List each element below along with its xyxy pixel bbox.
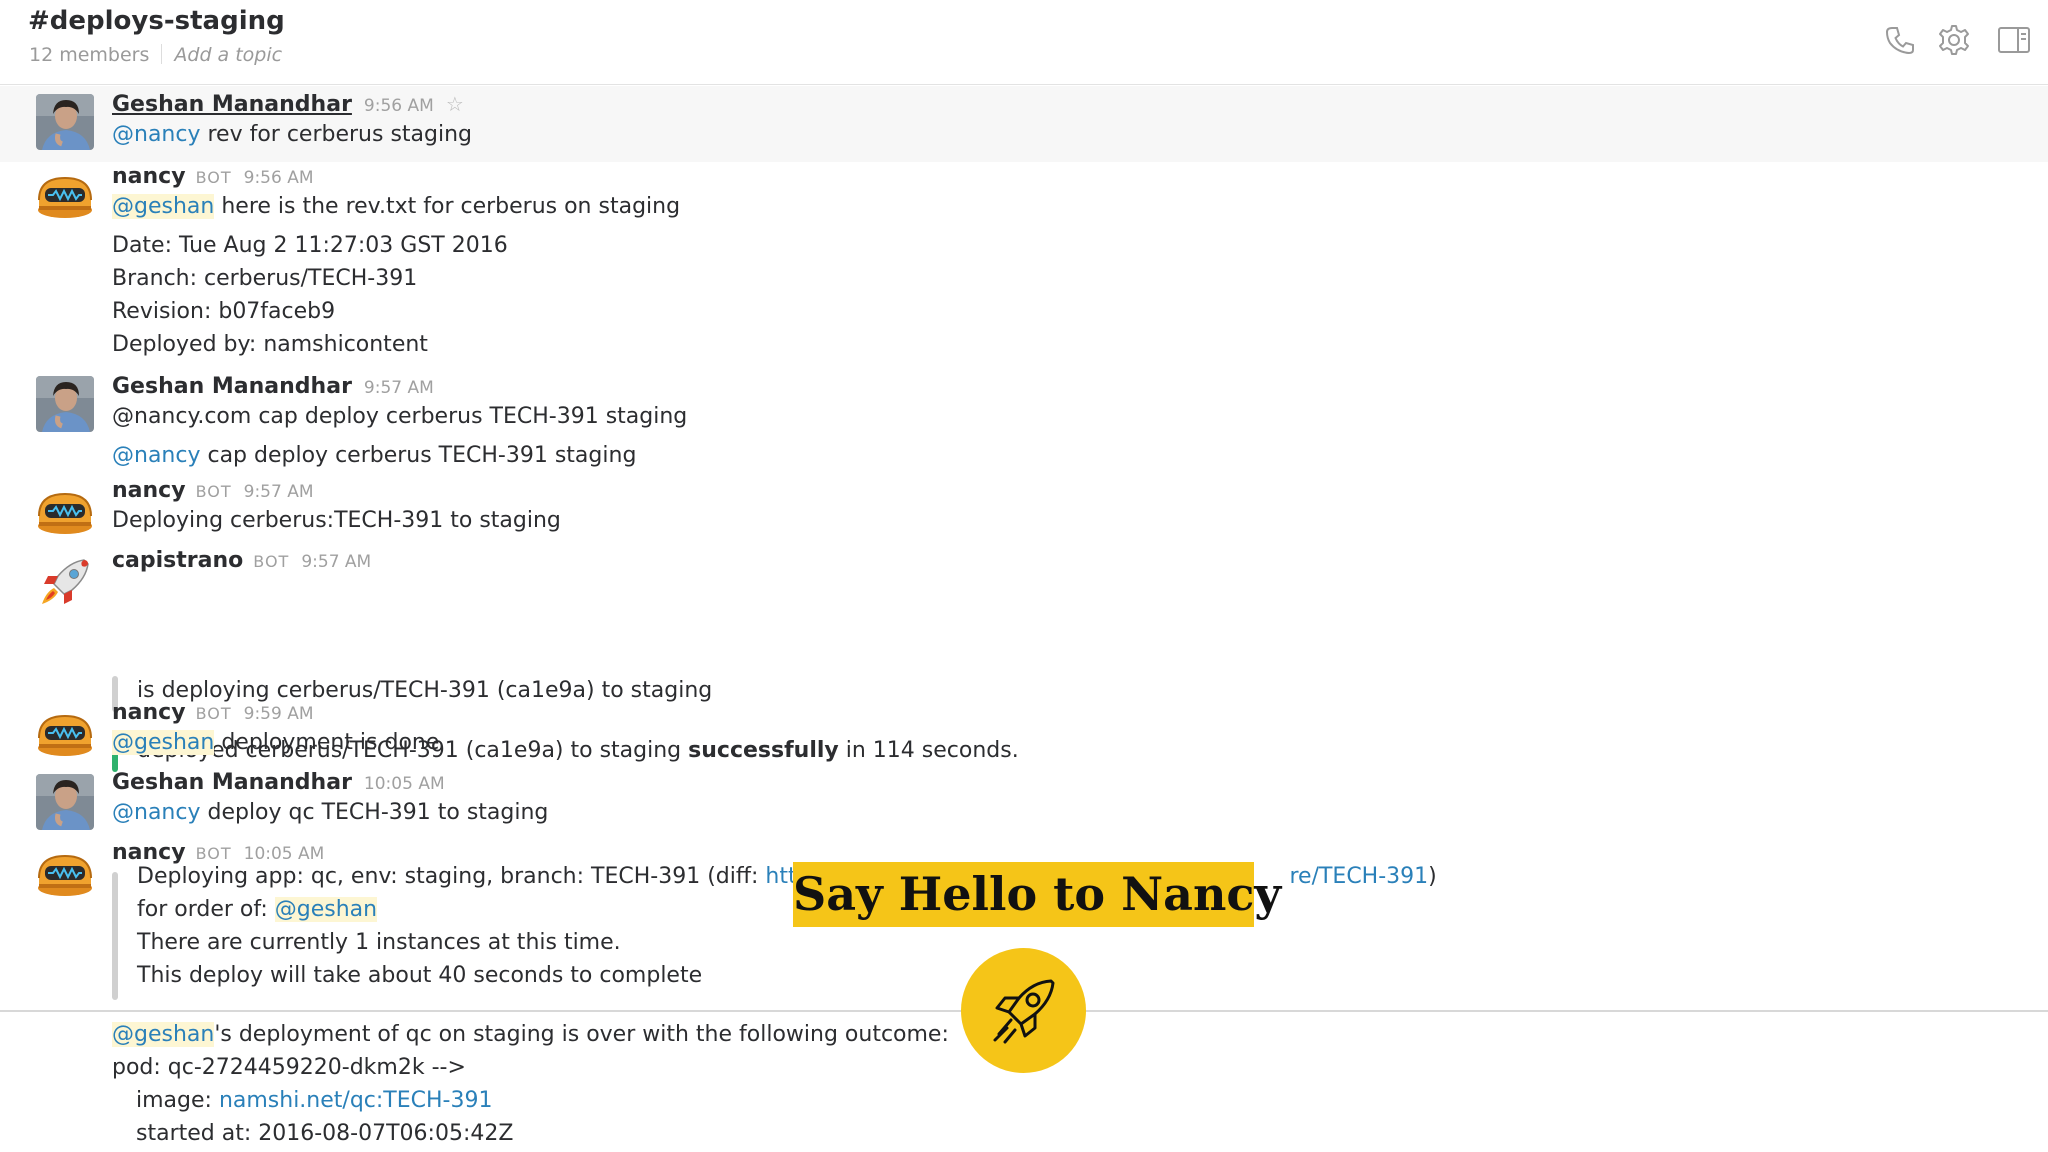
timestamp[interactable]: 9:56 AM <box>364 96 434 116</box>
member-count[interactable]: 12 members <box>29 44 149 66</box>
message: nancy BOT 9:57 AM Deploying cerberus:TECH-… <box>0 478 2048 542</box>
message: Geshan Manandhar 10:05 AM @nancy deploy q… <box>0 770 2048 834</box>
mention[interactable]: @nancy <box>112 800 200 825</box>
message-body: cap deploy cerberus TECH-391 staging <box>200 443 637 468</box>
mention[interactable]: @nancy <box>112 443 200 468</box>
image-line: image: namshi.net/qc:TECH-391 <box>136 1088 492 1113</box>
sender-name[interactable]: nancy <box>112 840 186 865</box>
add-topic-link[interactable]: Add a topic <box>174 44 282 66</box>
star-icon[interactable]: ☆ <box>446 92 464 116</box>
avatar[interactable] <box>36 94 94 150</box>
mention[interactable]: @geshan <box>112 1022 215 1047</box>
sender-name[interactable]: Geshan Manandhar <box>112 374 352 399</box>
message-body: here is the rev.txt for cerberus on stag… <box>214 194 681 219</box>
message-text: @nancy deploy qc TECH-391 to staging <box>112 800 548 825</box>
message-line: Deployed by: namshicontent <box>112 332 428 357</box>
image-label: image: <box>136 1088 219 1113</box>
title-banner-text: Say Hello to Nancy <box>793 867 1282 921</box>
avatar[interactable] <box>36 482 94 538</box>
mention[interactable]: @nancy <box>112 122 200 147</box>
divider <box>161 44 163 64</box>
timestamp[interactable]: 9:59 AM <box>244 704 314 724</box>
bot-badge: BOT <box>253 552 290 571</box>
bot-badge: BOT <box>195 844 232 863</box>
avatar[interactable] <box>36 376 94 432</box>
message-text: @geshan deployment is done <box>112 730 439 755</box>
message-header: nancy BOT 9:56 AM <box>112 164 314 189</box>
message-body: 's deployment of qc on staging is over w… <box>214 1022 949 1047</box>
message-body: rev for cerberus staging <box>200 122 473 147</box>
message: Geshan Manandhar 9:57 AM @nancy.com cap d… <box>0 370 2048 470</box>
message-header: Geshan Manandhar 9:57 AM <box>112 374 434 399</box>
message-line: Revision: b07faceb9 <box>112 299 336 324</box>
message-header: nancy BOT 10:05 AM <box>112 840 324 865</box>
message-body: deployment is done <box>214 730 440 755</box>
message-line: Branch: cerberus/TECH-391 <box>112 266 418 291</box>
message-header: nancy BOT 9:57 AM <box>112 478 314 503</box>
mention[interactable]: @geshan <box>274 897 378 922</box>
bot-badge: BOT <box>195 704 232 723</box>
sender-name[interactable]: capistrano <box>112 548 243 573</box>
channel-header: #deploys-staging 12 members Add a topic <box>0 0 2048 85</box>
timestamp[interactable]: 9:57 AM <box>301 552 371 572</box>
message-text: @nancy cap deploy cerberus TECH-391 stag… <box>112 443 636 468</box>
timestamp[interactable]: 9:57 AM <box>244 482 314 502</box>
channel-meta: 12 members Add a topic <box>29 44 282 66</box>
timestamp[interactable]: 9:56 AM <box>244 168 314 188</box>
attachment-text: This deploy will take about 40 seconds t… <box>137 963 703 988</box>
phone-icon[interactable] <box>1882 22 1918 58</box>
message-text: @geshan's deployment of qc on staging is… <box>112 1022 949 1047</box>
message-header: Geshan Manandhar 10:05 AM <box>112 770 445 795</box>
rocket-avatar[interactable] <box>36 554 94 610</box>
mention[interactable]: @geshan <box>112 194 215 219</box>
message-text: @geshan here is the rev.txt for cerberus… <box>112 194 680 219</box>
message: nancy BOT 9:59 AM @geshan deployment is do… <box>0 700 2048 764</box>
attachment-text-part: for order of: <box>137 897 275 922</box>
attachment-text: for order of: @geshan <box>137 897 378 922</box>
timestamp[interactable]: 10:05 AM <box>364 774 445 794</box>
rocket-badge <box>961 948 1086 1073</box>
pod-line: pod: qc-2724459220-dkm2k --> <box>112 1055 466 1080</box>
timestamp[interactable]: 10:05 AM <box>244 844 325 864</box>
avatar[interactable] <box>36 844 94 900</box>
message-header: nancy BOT 9:59 AM <box>112 700 314 725</box>
avatar[interactable] <box>36 774 94 830</box>
message-line: Date: Tue Aug 2 11:27:03 GST 2016 <box>112 233 508 258</box>
diff-link[interactable]: re/TECH-391 <box>1289 864 1428 889</box>
message: Geshan Manandhar 9:56 AM ☆ @nancy rev for … <box>0 86 2048 162</box>
attachment-text: There are currently 1 instances at this … <box>137 930 621 955</box>
attachment-bar <box>112 872 118 1000</box>
started-line: started at: 2016-08-07T06:05:42Z <box>136 1121 514 1146</box>
message-text: Deploying cerberus:TECH-391 to staging <box>112 508 561 533</box>
rocket-icon <box>993 979 1055 1044</box>
mention[interactable]: @geshan <box>112 730 215 755</box>
sender-name[interactable]: Geshan Manandhar <box>112 92 352 117</box>
image-link[interactable]: namshi.net/qc:TECH-391 <box>219 1088 493 1113</box>
message-text: @nancy.com cap deploy cerberus TECH-391 … <box>112 404 688 429</box>
attachment-text-part: ) <box>1428 864 1437 889</box>
sidebar-toggle-icon[interactable] <box>1996 22 2032 58</box>
avatar[interactable] <box>36 166 94 222</box>
message-body: deploy qc TECH-391 to staging <box>200 800 549 825</box>
avatar[interactable] <box>36 704 94 760</box>
message-header: capistrano BOT 9:57 AM <box>112 548 371 573</box>
sender-name[interactable]: nancy <box>112 700 186 725</box>
message-text: @nancy rev for cerberus staging <box>112 122 472 147</box>
channel-title[interactable]: #deploys-staging <box>28 6 285 36</box>
message-header: Geshan Manandhar 9:56 AM ☆ <box>112 92 464 117</box>
gear-icon[interactable] <box>1936 22 1972 58</box>
sender-name[interactable]: Geshan Manandhar <box>112 770 352 795</box>
bot-badge: BOT <box>195 168 232 187</box>
sender-name[interactable]: nancy <box>112 478 186 503</box>
timestamp[interactable]: 9:57 AM <box>364 378 434 398</box>
attachment-text-part: Deploying app: qc, env: staging, branch:… <box>137 864 766 889</box>
sender-name[interactable]: nancy <box>112 164 186 189</box>
bot-badge: BOT <box>195 482 232 501</box>
